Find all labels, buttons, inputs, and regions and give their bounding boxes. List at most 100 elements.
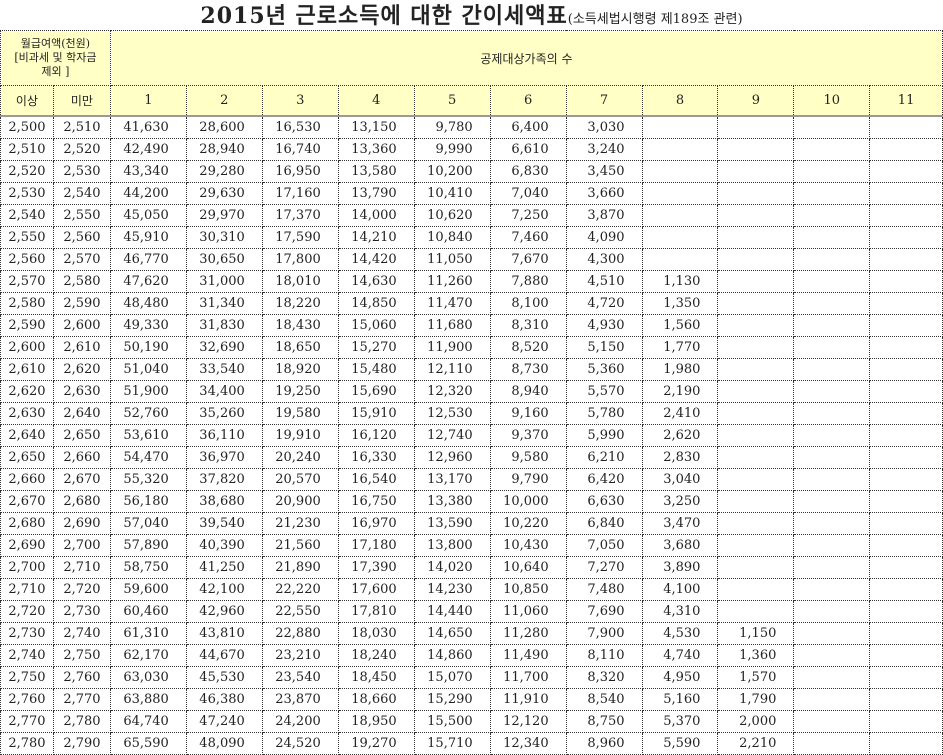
cell-min[interactable]: 2,730: [0, 622, 54, 645]
cell-tax[interactable]: 31,830: [185, 314, 263, 337]
cell-tax[interactable]: [717, 160, 795, 183]
cell-tax[interactable]: [793, 644, 871, 667]
cell-tax[interactable]: [717, 512, 795, 535]
cell-max[interactable]: 2,670: [52, 468, 111, 491]
cell-tax[interactable]: 14,860: [413, 644, 491, 667]
cell-min[interactable]: 2,550: [0, 226, 54, 249]
cell-tax[interactable]: 8,100: [489, 292, 567, 315]
cell-max[interactable]: 2,650: [52, 424, 111, 447]
cell-tax[interactable]: [793, 270, 871, 293]
cell-max[interactable]: 2,570: [52, 248, 111, 271]
cell-tax[interactable]: 14,420: [337, 248, 415, 271]
cell-tax[interactable]: 17,370: [261, 204, 339, 227]
cell-tax[interactable]: 7,480: [565, 578, 643, 601]
cell-tax[interactable]: 15,690: [337, 380, 415, 403]
cell-tax[interactable]: [793, 424, 871, 447]
cell-min[interactable]: 2,690: [0, 534, 54, 557]
cell-tax[interactable]: 14,650: [413, 622, 491, 645]
cell-tax[interactable]: 3,890: [641, 556, 719, 579]
cell-tax[interactable]: 9,370: [489, 424, 567, 447]
cell-tax[interactable]: [793, 600, 871, 623]
cell-tax[interactable]: [793, 292, 871, 315]
cell-max[interactable]: 2,630: [52, 380, 111, 403]
cell-tax[interactable]: 12,120: [489, 710, 567, 733]
cell-tax[interactable]: 12,960: [413, 446, 491, 469]
family-count-header-6[interactable]: 6: [489, 85, 567, 117]
cell-tax[interactable]: 22,220: [261, 578, 339, 601]
cell-tax[interactable]: 61,310: [109, 622, 187, 645]
cell-tax[interactable]: 18,030: [337, 622, 415, 645]
cell-min[interactable]: 2,630: [0, 402, 54, 425]
cell-tax[interactable]: 20,240: [261, 446, 339, 469]
cell-tax[interactable]: 18,010: [261, 270, 339, 293]
cell-tax[interactable]: 2,190: [641, 380, 719, 403]
cell-tax[interactable]: [869, 424, 943, 447]
cell-tax[interactable]: 1,560: [641, 314, 719, 337]
cell-tax[interactable]: 6,840: [565, 512, 643, 535]
cell-tax[interactable]: 31,340: [185, 292, 263, 315]
cell-tax[interactable]: 11,910: [489, 688, 567, 711]
cell-tax[interactable]: 15,290: [413, 688, 491, 711]
cell-tax[interactable]: 59,600: [109, 578, 187, 601]
cell-tax[interactable]: 6,210: [565, 446, 643, 469]
cell-tax[interactable]: 18,650: [261, 336, 339, 359]
cell-tax[interactable]: 51,900: [109, 380, 187, 403]
cell-tax[interactable]: 13,590: [413, 512, 491, 535]
cell-tax[interactable]: [717, 292, 795, 315]
cell-tax[interactable]: 7,880: [489, 270, 567, 293]
cell-tax[interactable]: 23,540: [261, 666, 339, 689]
cell-tax[interactable]: 23,870: [261, 688, 339, 711]
cell-tax[interactable]: 16,750: [337, 490, 415, 513]
cell-tax[interactable]: 21,560: [261, 534, 339, 557]
cell-min[interactable]: 2,750: [0, 666, 54, 689]
cell-tax[interactable]: 16,950: [261, 160, 339, 183]
cell-tax[interactable]: [793, 160, 871, 183]
cell-max[interactable]: 2,770: [52, 688, 111, 711]
cell-tax[interactable]: 45,910: [109, 226, 187, 249]
cell-tax[interactable]: [793, 732, 871, 755]
family-count-header-8[interactable]: 8: [641, 85, 719, 117]
cell-tax[interactable]: 10,410: [413, 182, 491, 205]
cell-tax[interactable]: [717, 182, 795, 205]
cell-tax[interactable]: 12,530: [413, 402, 491, 425]
cell-tax[interactable]: [869, 402, 943, 425]
cell-tax[interactable]: 1,130: [641, 270, 719, 293]
cell-tax[interactable]: 13,580: [337, 160, 415, 183]
cell-tax[interactable]: [793, 358, 871, 381]
cell-tax[interactable]: 6,400: [489, 115, 567, 139]
cell-tax[interactable]: [793, 666, 871, 689]
cell-tax[interactable]: 15,060: [337, 314, 415, 337]
cell-min[interactable]: 2,510: [0, 138, 54, 161]
cell-tax[interactable]: [869, 666, 943, 689]
cell-tax[interactable]: 13,150: [337, 115, 415, 139]
cell-tax[interactable]: [793, 138, 871, 161]
cell-tax[interactable]: 39,540: [185, 512, 263, 535]
cell-tax[interactable]: 13,360: [337, 138, 415, 161]
cell-tax[interactable]: 11,470: [413, 292, 491, 315]
cell-tax[interactable]: 4,950: [641, 666, 719, 689]
cell-tax[interactable]: 9,780: [413, 115, 491, 139]
cell-tax[interactable]: [717, 270, 795, 293]
cell-tax[interactable]: [869, 512, 943, 535]
cell-tax[interactable]: [717, 402, 795, 425]
cell-tax[interactable]: 41,250: [185, 556, 263, 579]
cell-tax[interactable]: 29,280: [185, 160, 263, 183]
cell-tax[interactable]: 7,670: [489, 248, 567, 271]
cell-tax[interactable]: 4,310: [641, 600, 719, 623]
cell-tax[interactable]: [869, 380, 943, 403]
cell-tax[interactable]: 8,110: [565, 644, 643, 667]
cell-tax[interactable]: [869, 688, 943, 711]
cell-tax[interactable]: 30,650: [185, 248, 263, 271]
cell-tax[interactable]: 17,810: [337, 600, 415, 623]
cell-tax[interactable]: 1,570: [717, 666, 795, 689]
cell-tax[interactable]: [869, 358, 943, 381]
cell-tax[interactable]: [869, 115, 943, 139]
cell-tax[interactable]: 17,600: [337, 578, 415, 601]
cell-tax[interactable]: 51,040: [109, 358, 187, 381]
cell-min[interactable]: 2,540: [0, 204, 54, 227]
cell-tax[interactable]: 15,270: [337, 336, 415, 359]
cell-tax[interactable]: 16,540: [337, 468, 415, 491]
cell-tax[interactable]: 19,250: [261, 380, 339, 403]
cell-min[interactable]: 2,560: [0, 248, 54, 271]
cell-tax[interactable]: 24,200: [261, 710, 339, 733]
